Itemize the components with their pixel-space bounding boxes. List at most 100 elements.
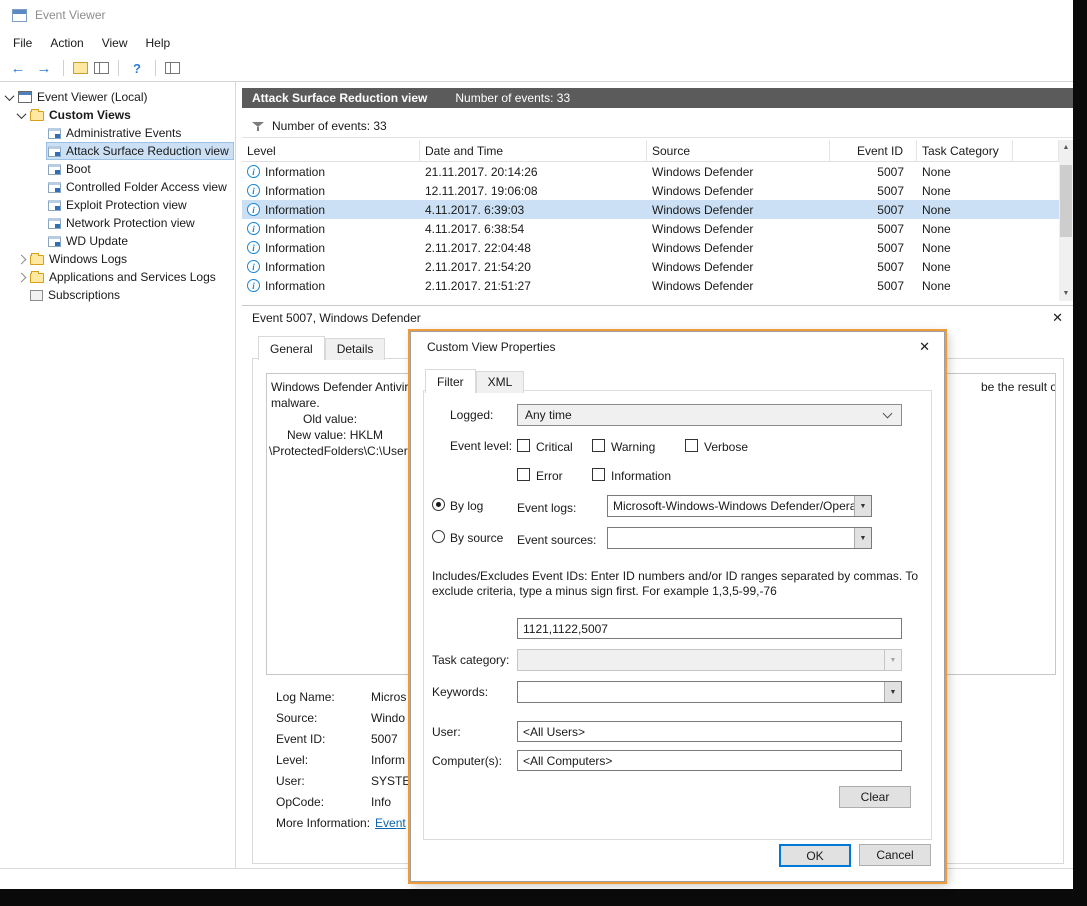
menu-view[interactable]: View (93, 32, 137, 54)
cell-task-category: None (917, 276, 1013, 295)
clear-button[interactable]: Clear (839, 786, 911, 808)
dialog-close-icon[interactable]: ✕ (919, 339, 930, 355)
subscriptions-icon (30, 290, 43, 301)
filter-bar: Number of events: 33 (242, 115, 1073, 138)
dialog-title: Custom View Properties (427, 340, 919, 354)
menu-file[interactable]: File (4, 32, 41, 54)
event-text-fragment: be the result of (981, 380, 1056, 394)
radio-by-log[interactable] (432, 498, 445, 511)
event-sources-combo[interactable]: ▼ (607, 527, 872, 549)
expander-icon[interactable] (14, 252, 28, 266)
column-header-source[interactable]: Source (647, 140, 830, 161)
detail-title: Event 5007, Windows Defender (252, 311, 1052, 325)
results-pane-header: Attack Surface Reduction view Number of … (242, 88, 1073, 108)
custom-view-icon (48, 164, 61, 175)
event-ids-input[interactable] (517, 618, 902, 639)
checkbox-verbose-label: Verbose (704, 440, 748, 454)
event-level-label: Event level: (450, 439, 512, 453)
cell-event-id: 5007 (830, 238, 917, 257)
event-logs-combo[interactable]: Microsoft-Windows-Windows Defender/Opera… (607, 495, 872, 517)
information-icon (247, 203, 260, 216)
checkbox-verbose[interactable] (685, 439, 698, 452)
radio-by-source[interactable] (432, 530, 445, 543)
table-row[interactable]: Information 2.11.2017. 21:54:20 Windows … (242, 257, 1059, 276)
tab-filter[interactable]: Filter (425, 369, 476, 393)
checkbox-warning[interactable] (592, 439, 605, 452)
console-tree-icon[interactable] (94, 62, 109, 74)
logged-dropdown[interactable]: Any time (517, 404, 902, 426)
keywords-combo[interactable]: ▼ (517, 681, 902, 703)
sidebar-item-custom-views[interactable]: Custom Views (0, 106, 235, 124)
table-scrollbar[interactable]: ▲ ▼ (1059, 140, 1073, 301)
expander-icon[interactable] (14, 270, 28, 284)
column-header-level[interactable]: Level (242, 140, 420, 161)
dropdown-arrow-icon[interactable]: ▼ (854, 528, 871, 548)
more-information-link[interactable]: Event (375, 816, 406, 830)
sidebar-item-boot[interactable]: Boot (0, 160, 235, 178)
table-row-selected[interactable]: Information 4.11.2017. 6:39:03 Windows D… (242, 200, 1059, 219)
checkbox-critical[interactable] (517, 439, 530, 452)
logged-label: Logged: (450, 408, 493, 422)
folder-icon (30, 255, 44, 265)
sidebar-item-exploit-protection-view[interactable]: Exploit Protection view (0, 196, 235, 214)
field-log-name: Log Name:Micros (276, 689, 406, 705)
table-row[interactable]: Information 12.11.2017. 19:06:08 Windows… (242, 181, 1059, 200)
column-header-date-and-time[interactable]: Date and Time (420, 140, 647, 161)
table-row[interactable]: Information 21.11.2017. 20:14:26 Windows… (242, 162, 1059, 181)
keywords-value (518, 682, 884, 702)
tab-general[interactable]: General (258, 336, 325, 360)
cancel-button[interactable]: Cancel (859, 844, 931, 866)
forward-icon[interactable]: → (34, 60, 54, 77)
expander-icon[interactable] (2, 90, 16, 104)
export-icon[interactable] (73, 62, 88, 74)
menubar: File Action View Help (0, 30, 1073, 55)
task-category-combo: ▼ (517, 649, 902, 671)
folder-icon (30, 111, 44, 121)
user-input[interactable] (517, 721, 902, 742)
sidebar-item-network-protection-view[interactable]: Network Protection view (0, 214, 235, 232)
dropdown-arrow-icon[interactable]: ▼ (884, 682, 901, 702)
ok-button[interactable]: OK (779, 844, 851, 867)
detail-header: Event 5007, Windows Defender ✕ (242, 306, 1073, 330)
help-icon[interactable]: ? (128, 61, 146, 76)
dropdown-arrow-icon[interactable]: ▼ (854, 496, 871, 516)
menu-help[interactable]: Help (137, 32, 180, 54)
window-title: Event Viewer (35, 8, 105, 22)
event-text-fragment: \ProtectedFolders\C:\User (269, 444, 408, 458)
scroll-down-icon[interactable]: ▼ (1059, 286, 1073, 301)
checkbox-information[interactable] (592, 468, 605, 481)
event-logs-value: Microsoft-Windows-Windows Defender/Opera (608, 496, 854, 516)
tab-xml[interactable]: XML (476, 371, 525, 393)
checkbox-error[interactable] (517, 468, 530, 481)
cell-datetime: 2.11.2017. 21:54:20 (420, 257, 647, 276)
table-row[interactable]: Information 4.11.2017. 6:38:54 Windows D… (242, 219, 1059, 238)
cell-level: Information (242, 162, 420, 181)
action-pane-icon[interactable] (165, 62, 180, 74)
menu-action[interactable]: Action (41, 32, 92, 54)
sidebar-item-subscriptions[interactable]: Subscriptions (0, 286, 235, 304)
close-icon[interactable]: ✕ (1052, 310, 1063, 326)
sidebar-item-event-viewer-local[interactable]: Event Viewer (Local) (0, 88, 235, 106)
expander-icon[interactable] (14, 108, 28, 122)
cell-source: Windows Defender (647, 276, 830, 295)
cell-task-category: None (917, 181, 1013, 200)
scrollbar-thumb[interactable] (1060, 165, 1072, 237)
sidebar-item-controlled-folder-access-view[interactable]: Controlled Folder Access view (0, 178, 235, 196)
column-header-event-id[interactable]: Event ID (830, 140, 917, 161)
table-row[interactable]: Information 2.11.2017. 22:04:48 Windows … (242, 238, 1059, 257)
column-header-task-category[interactable]: Task Category (917, 140, 1013, 161)
sidebar-item-windows-logs[interactable]: Windows Logs (0, 250, 235, 268)
tab-details[interactable]: Details (325, 338, 386, 360)
cell-task-category: None (917, 219, 1013, 238)
scroll-up-icon[interactable]: ▲ (1059, 140, 1073, 155)
sidebar-item-wd-update[interactable]: WD Update (0, 232, 235, 250)
sidebar-item-attack-surface-reduction-view[interactable]: Attack Surface Reduction view (0, 142, 235, 160)
sidebar-item-administrative-events[interactable]: Administrative Events (0, 124, 235, 142)
computers-input[interactable] (517, 750, 902, 771)
back-icon[interactable]: ← (8, 60, 28, 77)
table-row[interactable]: Information 2.11.2017. 21:51:27 Windows … (242, 276, 1059, 295)
scrollbar-track[interactable] (1059, 155, 1073, 286)
sidebar-item-applications-and-services-logs[interactable]: Applications and Services Logs (0, 268, 235, 286)
sidebar-item-label: Controlled Folder Access view (66, 180, 227, 194)
information-icon (247, 260, 260, 273)
